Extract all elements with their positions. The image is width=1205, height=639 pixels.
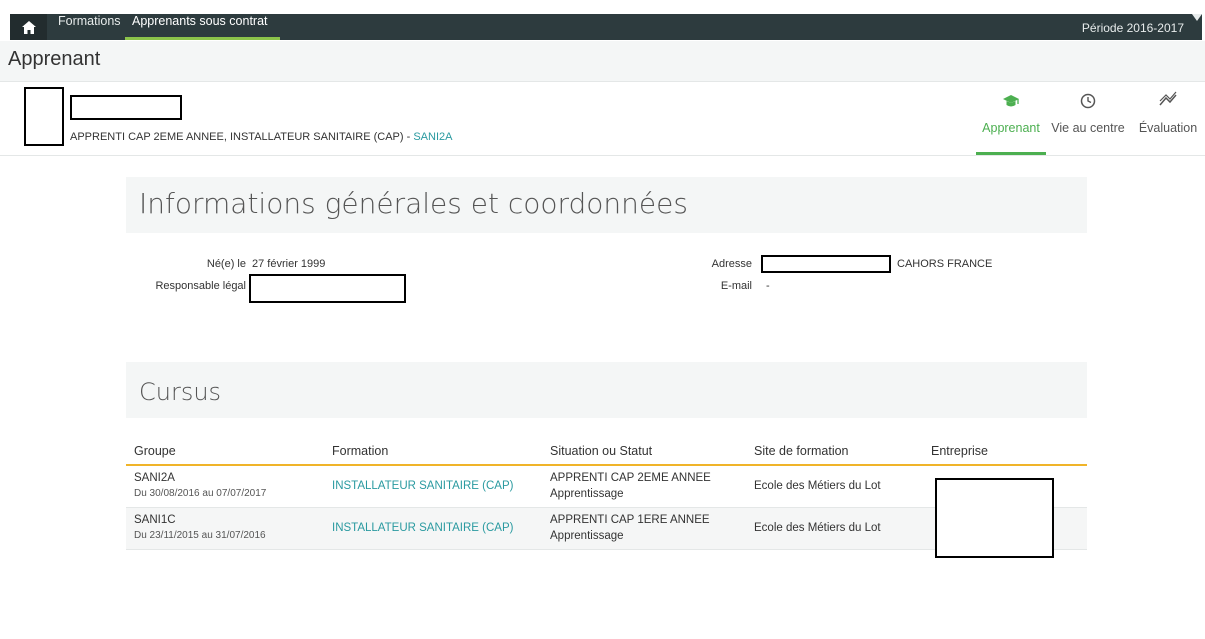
address-value — [761, 255, 891, 273]
formation-link[interactable]: INSTALLATEUR SANITAIRE (CAP) — [332, 522, 513, 534]
guardian-value — [249, 274, 406, 303]
chevron-down-icon[interactable] — [1192, 14, 1202, 21]
page-header: Apprenant — [0, 41, 1205, 82]
group-code-link[interactable]: SANI2A — [413, 131, 452, 143]
status-cell: APPRENTI CAP 1ERE ANNEE Apprentissage — [550, 512, 710, 544]
group-cell: SANI2A Du 30/08/2016 au 07/07/2017 — [134, 472, 266, 499]
column-header: Entreprise — [931, 444, 988, 458]
column-header: Groupe — [134, 444, 176, 458]
address-city: CAHORS FRANCE — [897, 258, 993, 270]
column-header: Formation — [332, 444, 389, 458]
email-value: - — [766, 280, 770, 292]
tab-evaluation-label: Évaluation — [1138, 121, 1198, 135]
group-code: SANI1C — [134, 514, 176, 526]
group-dates: Du 23/11/2015 au 31/07/2016 — [134, 530, 266, 541]
trend-icon — [1159, 91, 1177, 106]
period-selector[interactable]: Période 2016-2017 — [1082, 21, 1184, 35]
home-icon — [21, 20, 36, 34]
cursus-table: Groupe Formation Situation ou Statut Sit… — [126, 436, 1087, 558]
site-cell: Ecole des Métiers du Lot — [754, 480, 881, 492]
nav-formations[interactable]: Formations — [58, 14, 121, 40]
company-value — [935, 478, 1054, 558]
info-section-title: Informations générales et coordonnées — [139, 187, 688, 220]
group-code: SANI2A — [134, 472, 175, 484]
status-text: APPRENTI CAP 2EME ANNEE — [550, 472, 711, 484]
page-title: Apprenant — [8, 48, 101, 70]
home-button[interactable] — [10, 14, 47, 40]
status-cell: APPRENTI CAP 2EME ANNEE Apprentissage — [550, 470, 711, 502]
guardian-label: Responsable légal — [155, 280, 246, 292]
birth-value: 27 février 1999 — [252, 258, 326, 270]
table-header: Groupe Formation Situation ou Statut Sit… — [126, 436, 1087, 466]
avatar — [24, 87, 64, 146]
clock-icon — [1080, 93, 1096, 109]
status-type: Apprentissage — [550, 530, 624, 542]
tab-vie-au-centre-label: Vie au centre — [1051, 121, 1125, 135]
group-cell: SANI1C Du 23/11/2015 au 31/07/2016 — [134, 514, 266, 541]
info-section-header: Informations générales et coordonnées — [126, 177, 1087, 233]
learner-header: APPRENTI CAP 2EME ANNEE, INSTALLATEUR SA… — [0, 83, 1205, 156]
tab-apprenant-label: Apprenant — [982, 121, 1040, 135]
formation-link[interactable]: INSTALLATEUR SANITAIRE (CAP) — [332, 480, 513, 492]
learner-name — [70, 95, 182, 120]
column-header: Situation ou Statut — [550, 444, 653, 458]
cursus-section-header: Cursus — [126, 362, 1087, 418]
course-label: APPRENTI CAP 2EME ANNEE, INSTALLATEUR SA… — [70, 131, 414, 143]
status-text: APPRENTI CAP 1ERE ANNEE — [550, 514, 710, 526]
tab-apprenant[interactable]: Apprenant — [976, 83, 1046, 155]
status-type: Apprentissage — [550, 488, 624, 500]
graduation-cap-icon — [1003, 95, 1019, 107]
learner-course: APPRENTI CAP 2EME ANNEE, INSTALLATEUR SA… — [70, 131, 452, 143]
column-header: Site de formation — [754, 444, 849, 458]
email-label: E-mail — [720, 280, 752, 292]
nav-apprenants-sous-contrat[interactable]: Apprenants sous contrat — [125, 14, 280, 40]
address-label: Adresse — [711, 258, 752, 270]
birth-label: Né(e) le — [206, 258, 246, 270]
tab-vie-au-centre[interactable]: Vie au centre — [1048, 83, 1128, 155]
cursus-section-title: Cursus — [139, 378, 222, 406]
top-navbar: Formations Apprenants sous contrat Pério… — [10, 14, 1202, 40]
site-cell: Ecole des Métiers du Lot — [754, 522, 881, 534]
group-dates: Du 30/08/2016 au 07/07/2017 — [134, 488, 267, 499]
tab-evaluation[interactable]: Évaluation — [1134, 83, 1202, 155]
